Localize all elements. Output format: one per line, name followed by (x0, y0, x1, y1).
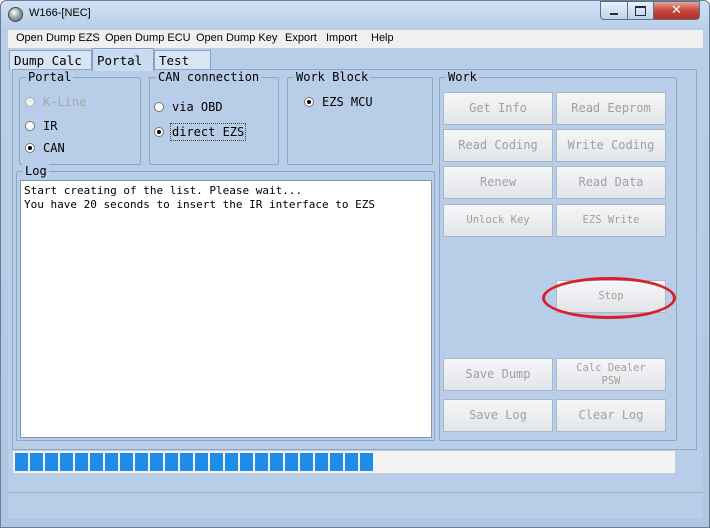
menu-import[interactable]: Import (326, 32, 357, 44)
log-textarea[interactable]: Start creating of the list. Please wait.… (20, 180, 432, 438)
progress-segment (240, 453, 253, 471)
progress-fill (15, 453, 373, 471)
radio-ir[interactable]: IR (25, 119, 57, 133)
status-bar (8, 492, 703, 515)
radio-direct-ezs-button[interactable] (154, 127, 164, 137)
progress-segment (330, 453, 343, 471)
progress-segment (255, 453, 268, 471)
app-window: W166-[NEC] ✕ Open Dump EZS Open Dump ECU… (0, 0, 710, 528)
progress-segment (270, 453, 283, 471)
can-connection-group-label: CAN connection (156, 70, 262, 84)
unlock-key-button[interactable]: Unlock Key (443, 204, 553, 237)
radio-k-line-label: K-Line (43, 95, 87, 109)
log-group-label: Log (23, 164, 49, 178)
radio-via-obd-button[interactable] (154, 102, 164, 112)
menu-open-dump-key[interactable]: Open Dump Key (196, 32, 277, 44)
clear-log-button[interactable]: Clear Log (556, 399, 666, 432)
progress-segment (315, 453, 328, 471)
radio-via-obd-label: via OBD (172, 100, 223, 114)
radio-ezs-mcu-button[interactable] (304, 97, 314, 107)
annotation-ellipse (542, 277, 676, 319)
maximize-icon (635, 5, 646, 16)
progress-segment (225, 453, 238, 471)
progress-segment (210, 453, 223, 471)
menu-open-dump-ecu[interactable]: Open Dump ECU (105, 32, 191, 44)
close-button[interactable]: ✕ (653, 1, 700, 20)
renew-button[interactable]: Renew (443, 166, 553, 199)
work-block-group: Work Block EZS MCU (287, 70, 433, 165)
minimize-button[interactable] (600, 1, 628, 20)
can-connection-group: CAN connection via OBD direct EZS (149, 70, 279, 165)
radio-can-label: CAN (43, 141, 65, 155)
progress-segment (45, 453, 58, 471)
get-info-button[interactable]: Get Info (443, 92, 553, 125)
progress-segment (150, 453, 163, 471)
radio-direct-ezs-label: direct EZS (169, 123, 247, 141)
progress-segment (105, 453, 118, 471)
progress-segment (60, 453, 73, 471)
portal-group-label: Portal (26, 70, 74, 84)
progress-segment (165, 453, 178, 471)
tab-dump-calc[interactable]: Dump Calc (9, 50, 92, 70)
title-bar[interactable]: W166-[NEC] ✕ (1, 1, 709, 28)
log-line: You have 20 seconds to insert the IR int… (24, 198, 375, 211)
progress-segment (30, 453, 43, 471)
maximize-button[interactable] (627, 1, 654, 20)
radio-direct-ezs[interactable]: direct EZS (154, 123, 247, 141)
tab-test[interactable]: Test (154, 50, 211, 70)
tab-portal[interactable]: Portal (92, 48, 154, 71)
ezs-write-button[interactable]: EZS Write (556, 204, 666, 237)
radio-ezs-mcu-label: EZS MCU (322, 95, 373, 109)
progress-segment (135, 453, 148, 471)
menu-bar: Open Dump EZS Open Dump ECU Open Dump Ke… (8, 30, 703, 49)
menu-open-dump-ezs[interactable]: Open Dump EZS (16, 32, 100, 44)
minimize-icon (610, 12, 618, 15)
radio-ezs-mcu[interactable]: EZS MCU (304, 95, 373, 109)
progress-segment (300, 453, 313, 471)
save-log-button[interactable]: Save Log (443, 399, 553, 432)
portal-panel: Portal K-Line IR CAN CAN connection via … (12, 69, 697, 450)
radio-k-line[interactable]: K-Line (25, 95, 86, 109)
radio-can-button[interactable] (25, 143, 35, 153)
progress-segment (360, 453, 373, 471)
progress-segment (90, 453, 103, 471)
window-title: W166-[NEC] (29, 7, 91, 19)
radio-via-obd[interactable]: via OBD (154, 100, 223, 114)
progress-segment (15, 453, 28, 471)
menu-export[interactable]: Export (285, 32, 317, 44)
log-line: Start creating of the list. Please wait.… (24, 184, 303, 197)
radio-k-line-button[interactable] (25, 97, 35, 107)
progress-bar (12, 450, 676, 474)
menu-help[interactable]: Help (371, 32, 394, 44)
radio-can[interactable]: CAN (25, 141, 65, 155)
radio-ir-label: IR (43, 119, 58, 133)
close-icon: ✕ (671, 3, 682, 18)
progress-segment (180, 453, 193, 471)
portal-group: Portal K-Line IR CAN (19, 70, 141, 165)
save-dump-button[interactable]: Save Dump (443, 358, 553, 391)
progress-segment (75, 453, 88, 471)
read-coding-button[interactable]: Read Coding (443, 129, 553, 162)
read-eeprom-button[interactable]: Read Eeprom (556, 92, 666, 125)
calc-dealer-psw-button[interactable]: Calc Dealer PSW (556, 358, 666, 391)
app-icon (8, 7, 23, 22)
write-coding-button[interactable]: Write Coding (556, 129, 666, 162)
work-group-label: Work (446, 70, 479, 84)
work-block-group-label: Work Block (294, 70, 371, 84)
radio-ir-button[interactable] (25, 121, 35, 131)
progress-segment (345, 453, 358, 471)
progress-segment (120, 453, 133, 471)
progress-segment (195, 453, 208, 471)
progress-segment (285, 453, 298, 471)
read-data-button[interactable]: Read Data (556, 166, 666, 199)
